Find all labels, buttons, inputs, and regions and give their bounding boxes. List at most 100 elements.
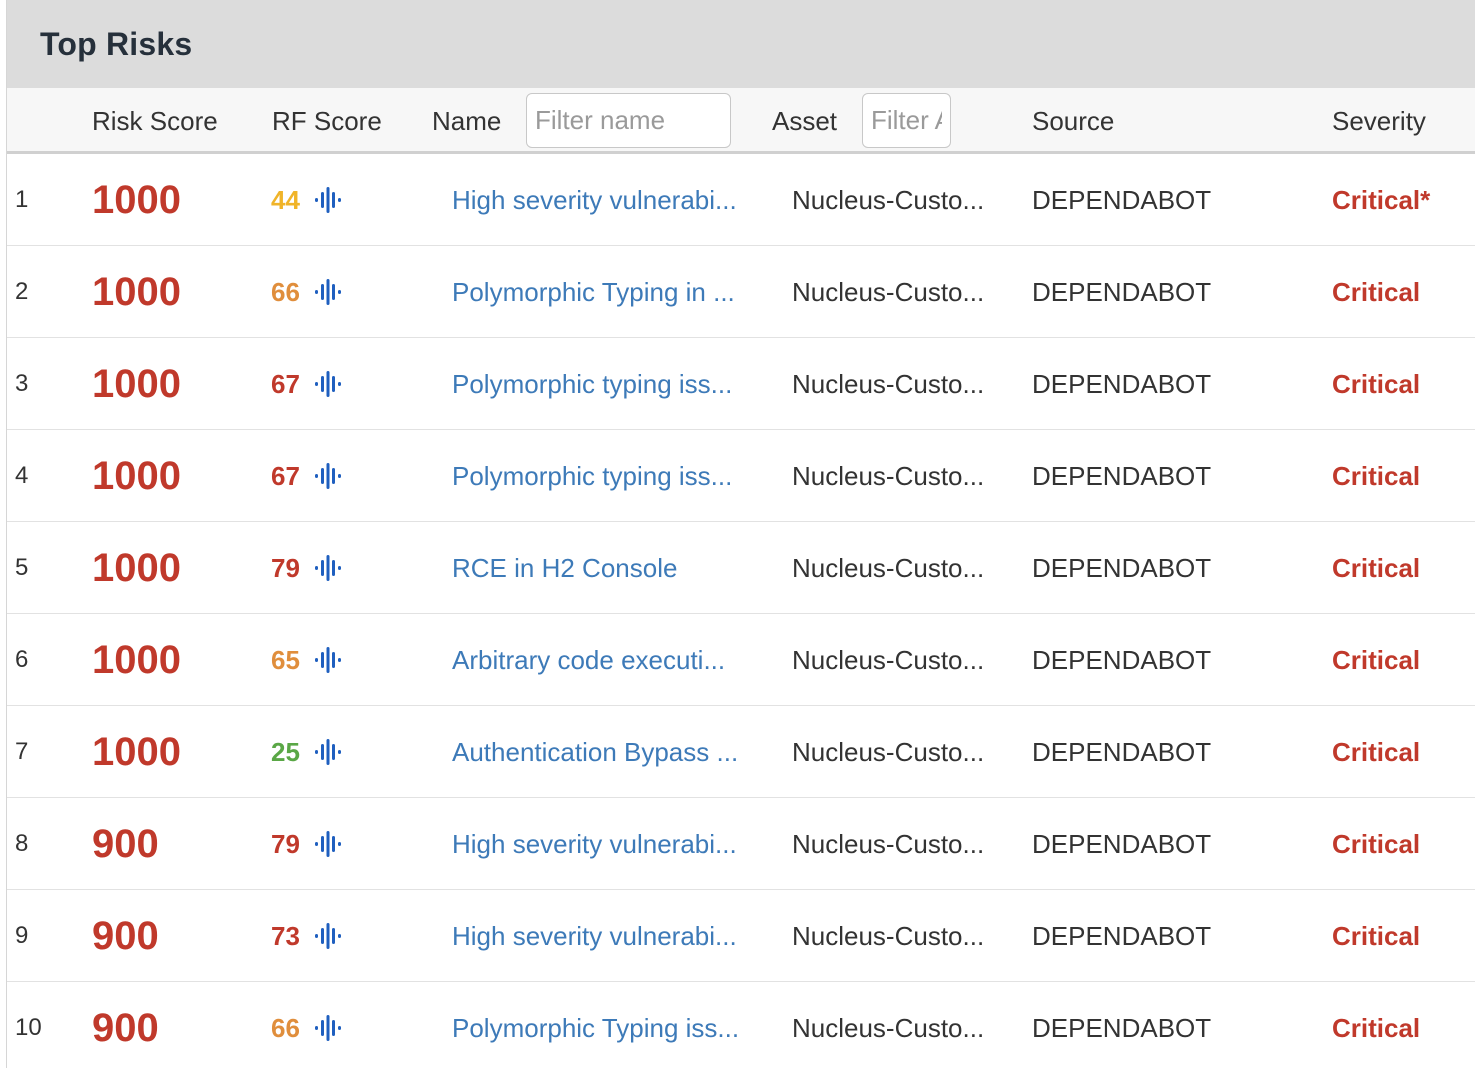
row-index: 4 xyxy=(15,462,29,489)
asset-cell: Nucleus-Custo... xyxy=(792,1012,985,1043)
asset-cell: Nucleus-Custo... xyxy=(792,460,985,491)
recorded-future-icon[interactable] xyxy=(312,554,344,582)
risk-name-link[interactable]: Arbitrary code executi... xyxy=(452,614,725,706)
risk-score: 1000 xyxy=(92,453,181,498)
severity-cell: Critical xyxy=(1332,460,1421,491)
panel-title: Top Risks xyxy=(40,25,193,62)
asset-cell: Nucleus-Custo... xyxy=(792,736,985,767)
rf-score-cell: 66 xyxy=(271,982,344,1068)
risk-score: 1000 xyxy=(92,637,181,682)
row-index: 8 xyxy=(15,830,29,857)
risk-score: 1000 xyxy=(92,361,181,406)
risk-score: 900 xyxy=(92,913,159,958)
row-index: 6 xyxy=(15,646,29,673)
severity-cell: Critical xyxy=(1332,1012,1421,1043)
risk-score: 1000 xyxy=(92,177,181,222)
rf-score-cell: 67 xyxy=(271,430,344,522)
column-asset[interactable]: Asset xyxy=(772,88,837,154)
risk-name-link[interactable]: Polymorphic Typing iss... xyxy=(452,982,739,1068)
source-cell: DEPENDABOT xyxy=(1032,828,1212,859)
source-cell: DEPENDABOT xyxy=(1032,368,1212,399)
table-row: 3 1000 67 Polymorphic typing iss... Nucl… xyxy=(7,338,1475,430)
severity-cell: Critical xyxy=(1332,644,1421,675)
column-rf-score[interactable]: RF Score xyxy=(272,88,382,154)
table-row: 7 1000 25 Authentication Bypass ... Nucl… xyxy=(7,706,1475,798)
source-cell: DEPENDABOT xyxy=(1032,920,1212,951)
row-index: 2 xyxy=(15,278,29,305)
recorded-future-icon[interactable] xyxy=(312,186,344,214)
rf-score: 79 xyxy=(271,552,300,583)
recorded-future-icon[interactable] xyxy=(312,922,344,950)
table-body: 1 1000 44 High severity vulnerabi... Nuc… xyxy=(7,154,1475,1068)
risk-name-link[interactable]: Polymorphic Typing in ... xyxy=(452,246,735,338)
asset-filter-input[interactable] xyxy=(862,93,951,148)
risk-name-link[interactable]: RCE in H2 Console xyxy=(452,522,677,614)
row-index: 7 xyxy=(15,738,29,765)
column-severity[interactable]: Severity xyxy=(1332,88,1426,154)
rf-score: 44 xyxy=(271,184,300,215)
asset-cell: Nucleus-Custo... xyxy=(792,644,985,675)
table-header: Risk Score RF Score Name Asset Source Se… xyxy=(7,88,1475,154)
recorded-future-icon[interactable] xyxy=(312,646,344,674)
risk-score: 1000 xyxy=(92,269,181,314)
table-row: 6 1000 65 Arbitrary code executi... Nucl… xyxy=(7,614,1475,706)
severity-cell: Critical xyxy=(1332,276,1421,307)
rf-score: 73 xyxy=(271,920,300,951)
risk-name-link[interactable]: High severity vulnerabi... xyxy=(452,154,737,246)
asset-cell: Nucleus-Custo... xyxy=(792,920,985,951)
column-risk-score[interactable]: Risk Score xyxy=(92,88,218,154)
rf-score-cell: 25 xyxy=(271,706,344,798)
table-row: 10 900 66 Polymorphic Typing iss... Nucl… xyxy=(7,982,1475,1068)
source-cell: DEPENDABOT xyxy=(1032,1012,1212,1043)
table-row: 1 1000 44 High severity vulnerabi... Nuc… xyxy=(7,154,1475,246)
source-cell: DEPENDABOT xyxy=(1032,276,1212,307)
row-index: 5 xyxy=(15,554,29,581)
source-cell: DEPENDABOT xyxy=(1032,736,1212,767)
rf-score: 66 xyxy=(271,276,300,307)
recorded-future-icon[interactable] xyxy=(312,462,344,490)
risk-name-link[interactable]: High severity vulnerabi... xyxy=(452,798,737,890)
severity-cell: Critical xyxy=(1332,828,1421,859)
severity-cell: Critical xyxy=(1332,552,1421,583)
rf-score: 65 xyxy=(271,644,300,675)
table-row: 9 900 73 High severity vulnerabi... Nucl… xyxy=(7,890,1475,982)
table-row: 2 1000 66 Polymorphic Typing in ... Nucl… xyxy=(7,246,1475,338)
risk-score: 1000 xyxy=(92,545,181,590)
risk-name-link[interactable]: Polymorphic typing iss... xyxy=(452,338,732,430)
asset-cell: Nucleus-Custo... xyxy=(792,184,985,215)
severity-cell: Critical xyxy=(1332,368,1421,399)
rf-score-cell: 79 xyxy=(271,798,344,890)
source-cell: DEPENDABOT xyxy=(1032,552,1212,583)
recorded-future-icon[interactable] xyxy=(312,830,344,858)
table-row: 8 900 79 High severity vulnerabi... Nucl… xyxy=(7,798,1475,890)
recorded-future-icon[interactable] xyxy=(312,370,344,398)
panel-header: Top Risks xyxy=(7,0,1475,88)
risk-name-link[interactable]: High severity vulnerabi... xyxy=(452,890,737,982)
recorded-future-icon[interactable] xyxy=(312,1014,344,1042)
recorded-future-icon[interactable] xyxy=(312,738,344,766)
row-index: 10 xyxy=(15,1014,42,1041)
column-name[interactable]: Name xyxy=(432,88,501,154)
rf-score-cell: 79 xyxy=(271,522,344,614)
severity-cell: Critical* xyxy=(1332,184,1431,215)
row-index: 3 xyxy=(15,370,29,397)
source-cell: DEPENDABOT xyxy=(1032,184,1212,215)
risk-name-link[interactable]: Authentication Bypass ... xyxy=(452,706,738,798)
rf-score: 67 xyxy=(271,460,300,491)
rf-score: 67 xyxy=(271,368,300,399)
risk-score: 900 xyxy=(92,1005,159,1050)
asset-cell: Nucleus-Custo... xyxy=(792,368,985,399)
recorded-future-icon[interactable] xyxy=(312,278,344,306)
source-cell: DEPENDABOT xyxy=(1032,644,1212,675)
rf-score-cell: 65 xyxy=(271,614,344,706)
source-cell: DEPENDABOT xyxy=(1032,460,1212,491)
asset-cell: Nucleus-Custo... xyxy=(792,276,985,307)
rf-score: 25 xyxy=(271,736,300,767)
rf-score-cell: 67 xyxy=(271,338,344,430)
severity-cell: Critical xyxy=(1332,736,1421,767)
table-row: 5 1000 79 RCE in H2 Console Nucleus-Cust… xyxy=(7,522,1475,614)
risk-name-link[interactable]: Polymorphic typing iss... xyxy=(452,430,732,522)
name-filter-input[interactable] xyxy=(526,93,731,148)
column-source[interactable]: Source xyxy=(1032,88,1114,154)
rf-score-cell: 73 xyxy=(271,890,344,982)
